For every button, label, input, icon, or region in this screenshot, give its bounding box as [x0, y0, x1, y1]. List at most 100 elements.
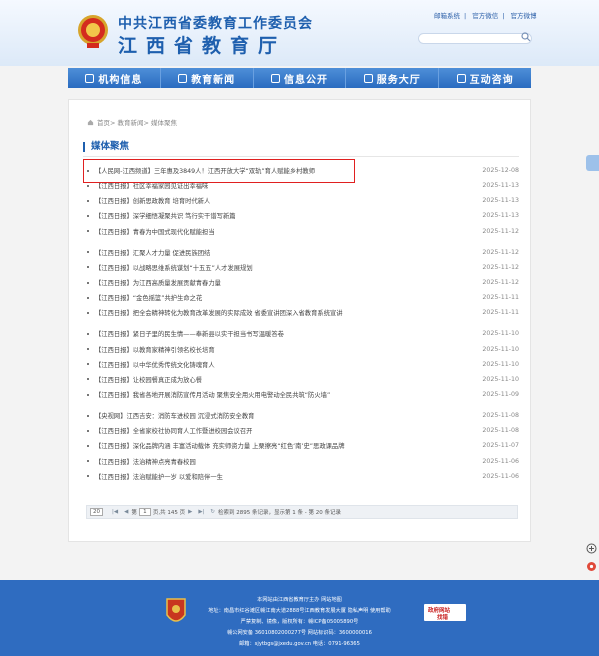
news-title[interactable]: 【江西日报】青春为中国式现代化赋能担当 [95, 227, 479, 236]
home-icon [87, 119, 94, 125]
nav-item-news[interactable]: 教育新闻 [161, 68, 254, 88]
footer-sponsor: 本网站由江西省教育厅主办 网站地图 [257, 597, 342, 603]
search-input[interactable] [418, 33, 532, 44]
news-date: 2025-11-06 [482, 457, 519, 465]
highlight-box [83, 159, 355, 183]
news-item[interactable]: 【江西日报】深学细悟凝聚共识 笃行实干谱写新篇 2025-11-13 [83, 208, 519, 223]
site-org-title: 中共江西省委教育工作委员会 [118, 16, 313, 32]
prev-page-button[interactable]: ◀ [124, 509, 128, 515]
last-page-button[interactable]: ▶| [198, 509, 204, 515]
gov-site-error-badge[interactable]: 政府网站 找错 [424, 604, 466, 621]
news-item[interactable]: 【央视网】江西吉安：消防车进校园 沉浸式消防安全教育 2025-11-08 [83, 408, 519, 423]
bullet-icon [87, 475, 89, 478]
top-links: 邮箱系统 | 官方微信 | 官方微博 [434, 12, 537, 20]
news-item[interactable]: 【江西日报】紧日子里的民生情——奉新县以实干担当书写温暖答卷 2025-11-10 [83, 326, 519, 341]
news-item[interactable]: 【江西日报】以战略思维系统谋划“十五五”人才发展规划 2025-11-12 [83, 260, 519, 275]
news-title[interactable]: 【江西日报】深学细悟凝聚共识 笃行实干谱写新篇 [95, 211, 479, 220]
news-item[interactable]: 【江西日报】以教育家精神引领名校长培育 2025-11-10 [83, 342, 519, 357]
next-page-button[interactable]: ▶ [188, 509, 192, 515]
bullet-icon [87, 199, 89, 202]
news-title[interactable]: 【江西日报】为江西高质量发展贡献青春力量 [95, 278, 479, 287]
news-item[interactable]: 【江西日报】“金色摇篮”共护生命之花 2025-11-11 [83, 290, 519, 305]
nav-label: 互动咨询 [469, 74, 514, 86]
news-date: 2025-11-10 [482, 330, 519, 338]
news-title[interactable]: 【江西日报】“金色摇篮”共护生命之花 [95, 293, 479, 302]
footer-address: 地址：南昌市红谷滩区赣江南大道2888号江西教育发展大厦 隐私声明 使用帮助 [208, 608, 391, 614]
bullet-icon [87, 393, 89, 396]
news-item[interactable]: 【江西日报】以中华优秀传统文化铸魂育人 2025-11-10 [83, 357, 519, 372]
news-title[interactable]: 【江西日报】深化品牌内涵 丰富活动载体 充实师资力量 上栗擦亮“红色‘南’史”思… [95, 441, 479, 450]
news-item[interactable]: 【江西日报】创新思政教育 培育时代新人 2025-11-13 [83, 193, 519, 208]
news-item[interactable]: 【江西日报】为江西高质量发展贡献青春力量 2025-11-12 [83, 275, 519, 290]
page-number-input[interactable]: 1 [138, 508, 151, 516]
news-item[interactable]: 【江西日报】让校园餐真正成为放心餐 2025-11-10 [83, 372, 519, 387]
side-tab-button[interactable] [586, 155, 599, 171]
bullet-icon [87, 332, 89, 335]
news-item[interactable]: 【江西日报】青春为中国式现代化赋能担当 2025-11-12 [83, 224, 519, 239]
newspaper-icon [178, 73, 188, 83]
share-icon[interactable] [586, 561, 597, 572]
news-title[interactable]: 【江西日报】法治赋能护一岁 以爱和陪伴一生 [95, 472, 479, 481]
news-title[interactable]: 【江西日报】以中华优秀传统文化铸魂育人 [95, 360, 479, 369]
bullet-icon [87, 429, 89, 432]
building-icon [85, 73, 95, 83]
nav-item-consult[interactable]: 互动咨询 [439, 68, 531, 88]
nav-label: 机构信息 [98, 74, 143, 86]
news-title[interactable]: 【江西日报】汇聚人才力量 促进民族团结 [95, 248, 479, 257]
news-date: 2025-11-12 [482, 227, 519, 235]
bullet-icon [87, 378, 89, 381]
news-title[interactable]: 【央视网】江西吉安：消防车进校园 沉浸式消防安全教育 [95, 411, 479, 420]
site-main-title: 江西省教育厅 [118, 35, 287, 57]
search-icon[interactable] [521, 32, 531, 42]
news-item[interactable]: 【江西日报】深化品牌内涵 丰富活动载体 充实师资力量 上栗擦亮“红色‘南’史”思… [83, 438, 519, 453]
news-date: 2025-11-12 [482, 263, 519, 271]
news-title[interactable]: 【江西日报】创新思政教育 培育时代新人 [95, 196, 479, 205]
news-title[interactable]: 【江西日报】我省各地开展消防宣传月活动 聚焦安全用火用电警动全民共筑“防火墙” [95, 390, 479, 399]
news-item[interactable]: 【江西日报】全省家校社协同育人工作暨进校园会议召开 2025-11-08 [83, 423, 519, 438]
news-title[interactable]: 【江西日报】以教育家精神引领名校长培育 [95, 345, 479, 354]
pagination-bar: 20 |◀ ◀ 第 1 页,共 145 页 ▶ ▶| ↻ 检索到 2895 条记… [86, 505, 518, 519]
news-date: 2025-11-13 [482, 197, 519, 205]
bullet-icon [87, 311, 89, 314]
news-title[interactable]: 【江西日报】把全会精神转化为教育改革发展的实际成效 省委宣讲团深入省教育系统宣讲 [95, 308, 479, 317]
bullet-icon [87, 251, 89, 254]
nav-item-disclosure[interactable]: 信息公开 [254, 68, 347, 88]
nav-label: 教育新闻 [191, 74, 236, 86]
accessibility-icon[interactable] [586, 543, 597, 554]
bullet-icon [87, 444, 89, 447]
document-icon [270, 73, 280, 83]
news-date: 2025-11-07 [482, 442, 519, 450]
bullet-icon [87, 460, 89, 463]
news-item[interactable]: 【江西日报】我省各地开展消防宣传月活动 聚焦安全用火用电警动全民共筑“防火墙” 2… [83, 387, 519, 402]
news-date: 2025-11-09 [482, 391, 519, 399]
page-prefix: 第 [131, 510, 137, 516]
news-title[interactable]: 【江西日报】全省家校社协同育人工作暨进校园会议召开 [95, 426, 479, 435]
news-item[interactable]: 【江西日报】法治精神点亮青春校园 2025-11-06 [83, 454, 519, 469]
nav-item-service[interactable]: 服务大厅 [346, 68, 440, 88]
breadcrumb-text[interactable]: 首页> 教育新闻> 媒体聚焦 [97, 117, 177, 127]
weibo-link[interactable]: 官方微博 [511, 12, 537, 20]
site-footer: 本网站由江西省教育厅主办 网站地图 地址：南昌市红谷滩区赣江南大道2888号江西… [0, 580, 599, 656]
news-date: 2025-11-12 [482, 279, 519, 287]
news-date: 2025-11-11 [482, 309, 519, 317]
news-title[interactable]: 【江西日报】以战略思维系统谋划“十五五”人才发展规划 [95, 263, 479, 272]
hall-icon [363, 73, 373, 83]
news-item[interactable]: 【江西日报】汇聚人才力量 促进民族团结 2025-11-12 [83, 245, 519, 260]
wechat-link[interactable]: 官方微信 [472, 12, 498, 20]
mail-system-link[interactable]: 邮箱系统 [434, 12, 460, 20]
news-item[interactable]: 【江西日报】法治赋能护一岁 以爱和陪伴一生 2025-11-06 [83, 469, 519, 484]
news-date: 2025-11-12 [482, 248, 519, 256]
news-date: 2025-11-06 [482, 472, 519, 480]
nav-item-institution[interactable]: 机构信息 [68, 68, 161, 88]
news-title[interactable]: 【江西日报】让校园餐真正成为放心餐 [95, 375, 479, 384]
news-date: 2025-11-13 [482, 212, 519, 220]
footer-security: 赣公网安备 36010802000277号 网站标识码：3600000016 [227, 630, 372, 636]
news-title[interactable]: 【江西日报】紧日子里的民生情——奉新县以实干担当书写温暖答卷 [95, 329, 479, 338]
news-title[interactable]: 【江西日报】法治精神点亮青春校园 [95, 457, 479, 466]
bullet-icon [87, 266, 89, 269]
refresh-icon[interactable]: ↻ [210, 509, 215, 515]
bullet-icon [87, 296, 89, 299]
first-page-button[interactable]: |◀ [112, 509, 118, 515]
page-size-select[interactable]: 20 [90, 508, 103, 516]
news-item[interactable]: 【江西日报】把全会精神转化为教育改革发展的实际成效 省委宣讲团深入省教育系统宣讲… [83, 305, 519, 320]
